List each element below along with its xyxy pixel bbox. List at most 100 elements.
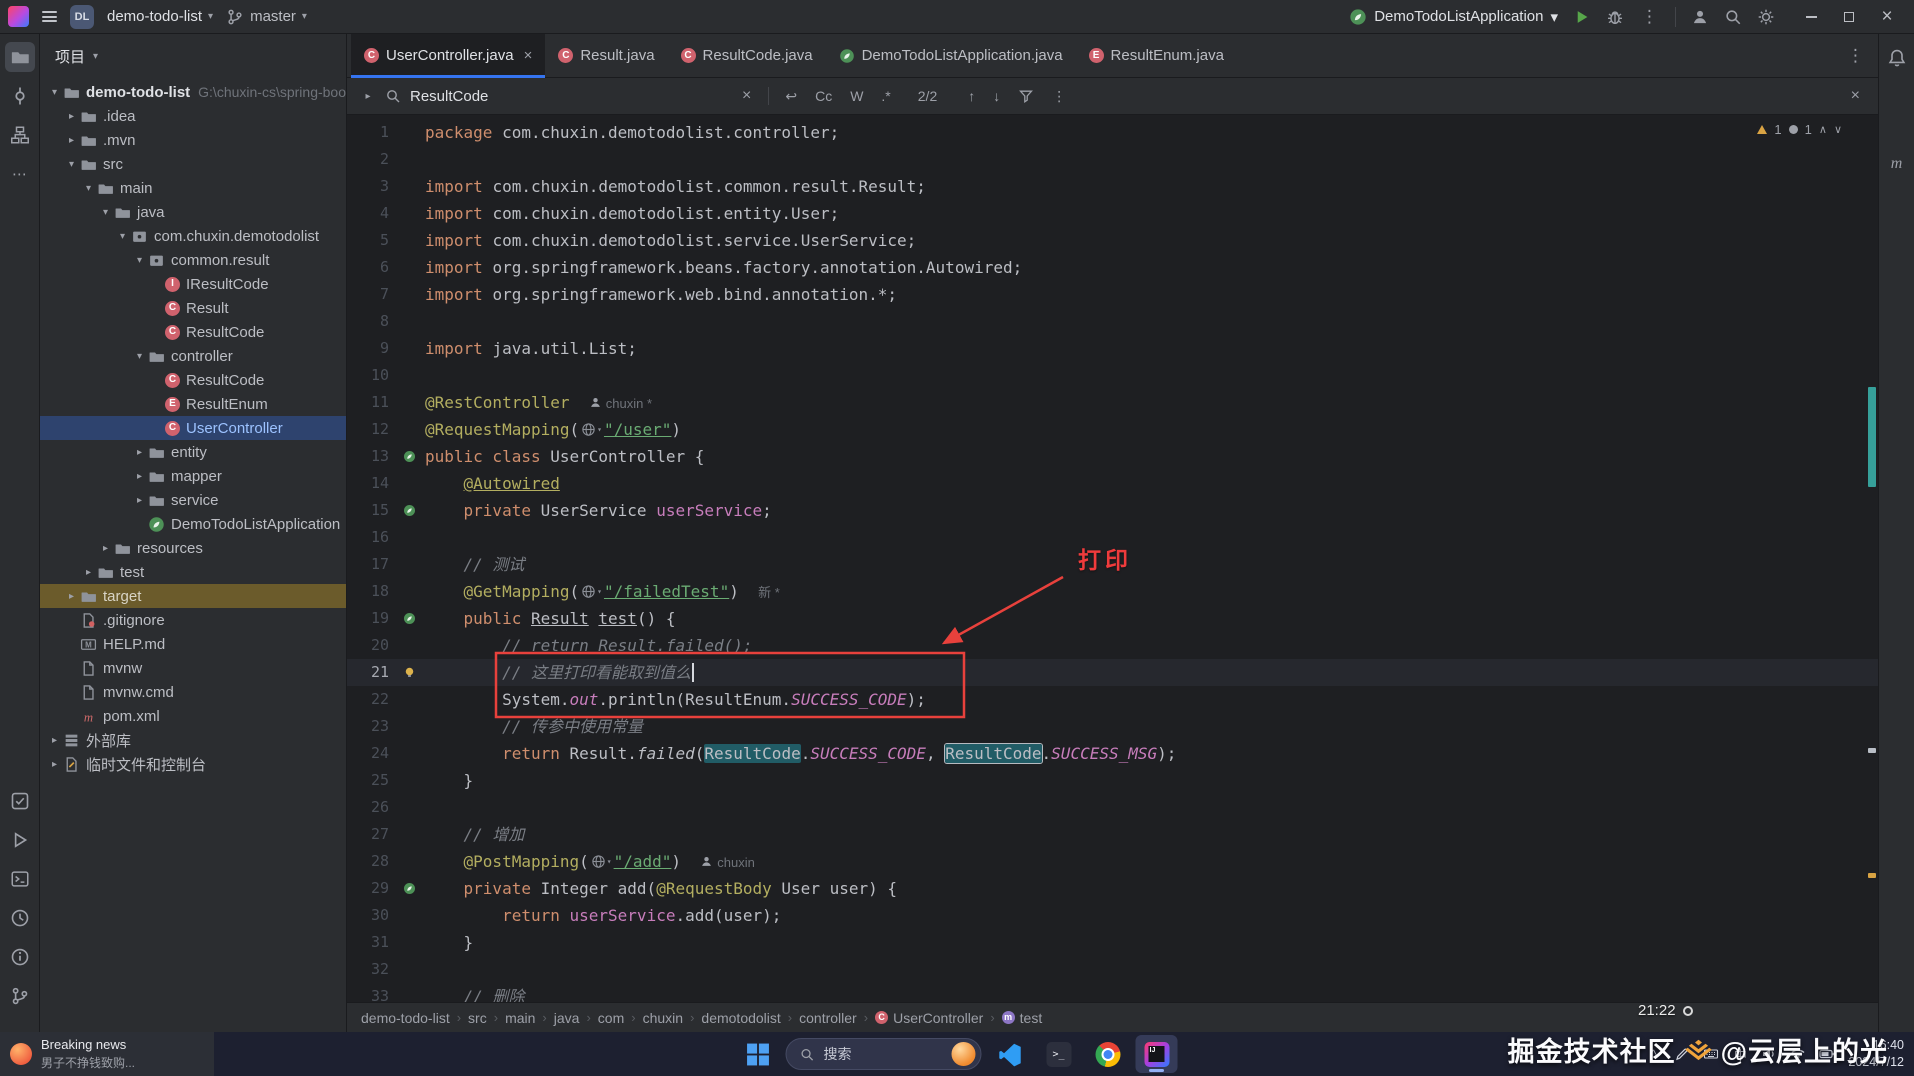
code-text[interactable]: // 测试 (425, 551, 1878, 578)
gutter[interactable] (393, 443, 425, 470)
tree-item-.mvn[interactable]: ▸ .mvn (40, 128, 346, 152)
terminal-app-icon[interactable]: >_ (1038, 1035, 1080, 1073)
run-button[interactable] (1573, 8, 1591, 26)
code-text[interactable]: import com.chuxin.demotodolist.service.U… (425, 227, 1878, 254)
tree-item-pom.xml[interactable]: m pom.xml (40, 704, 346, 728)
close-button[interactable]: × (1868, 2, 1906, 32)
tree-chevron-icon[interactable]: ▾ (131, 351, 148, 362)
breadcrumb-src[interactable]: src (468, 1010, 487, 1026)
tree-item-main[interactable]: ▾ main (40, 176, 346, 200)
breadcrumb-chuxin[interactable]: chuxin (643, 1010, 683, 1026)
tool-terminal-button[interactable] (5, 864, 35, 894)
vscode-app-icon[interactable] (989, 1035, 1031, 1073)
breadcrumb-controller[interactable]: controller (799, 1010, 857, 1026)
minimize-button[interactable] (1792, 2, 1830, 32)
breadcrumb-UserController[interactable]: C UserController (875, 1010, 983, 1026)
code-text[interactable]: System.out.println(ResultEnum.SUCCESS_CO… (425, 686, 1878, 713)
previous-problem-icon[interactable]: ∧ (1819, 123, 1827, 136)
tool-history-button[interactable] (5, 903, 35, 933)
gutter[interactable] (393, 875, 425, 902)
tree-chevron-icon[interactable]: ▾ (80, 183, 97, 194)
editor-tab-DemoTodoListApplication.java[interactable]: DemoTodoListApplication.java (826, 34, 1076, 77)
breadcrumb-test[interactable]: m test (1001, 1010, 1042, 1026)
gutter[interactable] (393, 497, 425, 524)
code-text[interactable]: return userService.add(user); (425, 902, 1878, 929)
code-text[interactable]: @RequestMapping(▾ "/user") (425, 416, 1878, 443)
gutter[interactable] (393, 605, 425, 632)
tree-chevron-icon[interactable]: ▸ (131, 495, 148, 506)
breadcrumb-main[interactable]: main (505, 1010, 535, 1026)
tree-chevron-icon[interactable]: ▾ (46, 87, 63, 98)
tree-item-ResultCode[interactable]: C ResultCode (40, 320, 346, 344)
code-text[interactable]: public class UserController { (425, 443, 1878, 470)
search-everywhere-icon[interactable] (1724, 8, 1742, 26)
newline-icon[interactable]: ↩ (776, 88, 806, 105)
tree-chevron-icon[interactable]: ▸ (80, 567, 97, 578)
tree-item-src[interactable]: ▾ src (40, 152, 346, 176)
tool-maven-button[interactable]: m (1882, 149, 1912, 179)
idea-app-icon[interactable]: IJ (1135, 1035, 1178, 1073)
search-more-icon[interactable]: ⋮ (1043, 88, 1075, 105)
tree-chevron-icon[interactable]: ▾ (131, 255, 148, 266)
code-text[interactable] (425, 794, 1878, 821)
gutter[interactable] (393, 659, 425, 686)
tool-run-button[interactable] (5, 825, 35, 855)
code-text[interactable] (425, 362, 1878, 389)
tree-item-target[interactable]: ▸ target (40, 584, 346, 608)
tree-item-mvnw[interactable]: mvnw (40, 656, 346, 680)
code-text[interactable]: return Result.failed(ResultCode.SUCCESS_… (425, 740, 1878, 767)
code-text[interactable]: import com.chuxin.demotodolist.entity.Us… (425, 200, 1878, 227)
tool-project-button[interactable] (4, 42, 35, 72)
news-toast[interactable]: Breaking news 男子不挣钱致购... (0, 1032, 214, 1076)
branch-switcher[interactable]: master ▾ (226, 8, 307, 26)
next-match-icon[interactable]: ↓ (984, 88, 1009, 104)
tree-item-ResultCode[interactable]: C ResultCode (40, 368, 346, 392)
code-text[interactable]: // return Result.failed(); (425, 632, 1878, 659)
tree-item-.idea[interactable]: ▸ .idea (40, 104, 346, 128)
tree-item-ResultEnum[interactable]: E ResultEnum (40, 392, 346, 416)
editor-tab-ResultEnum.java[interactable]: E ResultEnum.java (1076, 34, 1237, 77)
tree-chevron-icon[interactable]: ▸ (131, 471, 148, 482)
tool-version-control-button[interactable] (5, 981, 35, 1011)
code-text[interactable]: @Autowired (425, 470, 1878, 497)
clear-search-icon[interactable]: × (732, 87, 761, 105)
tab-close-icon[interactable]: × (524, 47, 533, 64)
tree-item-service[interactable]: ▸ service (40, 488, 346, 512)
search-input[interactable]: ResultCode (410, 88, 732, 105)
code-text[interactable] (425, 308, 1878, 335)
tool-todo-button[interactable] (5, 786, 35, 816)
tree-item-mvnw.cmd[interactable]: mvnw.cmd (40, 680, 346, 704)
tree-item-HELP.md[interactable]: M HELP.md (40, 632, 346, 656)
tree-chevron-icon[interactable]: ▸ (63, 111, 80, 122)
breadcrumb-com[interactable]: com (598, 1010, 624, 1026)
editor-tab-Result.java[interactable]: C Result.java (545, 34, 667, 77)
tree-item-resources[interactable]: ▸ resources (40, 536, 346, 560)
code-text[interactable]: import java.util.List; (425, 335, 1878, 362)
regex-toggle[interactable]: .* (872, 88, 899, 104)
code-text[interactable]: // 传参中使用常量 (425, 713, 1878, 740)
code-text[interactable]: package com.chuxin.demotodolist.controll… (425, 119, 1878, 146)
breadcrumb-java[interactable]: java (554, 1010, 580, 1026)
editor-tab-ResultCode.java[interactable]: C ResultCode.java (668, 34, 826, 77)
tree-item-mapper[interactable]: ▸ mapper (40, 464, 346, 488)
tree-item-demo-todo-list[interactable]: ▾ demo-todo-list G:\chuxin-cs\spring-boot- (40, 80, 346, 104)
tool-more-tools-button[interactable]: ⋯ (5, 159, 35, 189)
tree-item-test[interactable]: ▸ test (40, 560, 346, 584)
expand-search-icon[interactable]: ▸ (357, 91, 379, 102)
tab-options-icon[interactable]: ⋮ (1833, 46, 1878, 66)
run-configuration-selector[interactable]: DemoTodoListApplication ▾ (1349, 8, 1558, 26)
tree-item-临时文件和控制台[interactable]: ▸ 临时文件和控制台 (40, 752, 346, 776)
code-text[interactable]: } (425, 767, 1878, 794)
code-text[interactable]: import com.chuxin.demotodolist.common.re… (425, 173, 1878, 200)
breadcrumb-demo-todo-list[interactable]: demo-todo-list (361, 1010, 450, 1026)
tool-commit-button[interactable] (5, 81, 35, 111)
breadcrumb-demotodolist[interactable]: demotodolist (701, 1010, 780, 1026)
code-text[interactable]: private Integer add(@RequestBody User us… (425, 875, 1878, 902)
tree-chevron-icon[interactable]: ▾ (114, 231, 131, 242)
code-text[interactable] (425, 956, 1878, 983)
tool-notifications-button[interactable] (1882, 43, 1912, 73)
project-switcher[interactable]: demo-todo-list ▾ (107, 8, 213, 25)
tree-item-entity[interactable]: ▸ entity (40, 440, 346, 464)
tree-chevron-icon[interactable]: ▸ (63, 591, 80, 602)
code-text[interactable]: @GetMapping(▾ "/failedTest") 新 * (425, 578, 1878, 605)
